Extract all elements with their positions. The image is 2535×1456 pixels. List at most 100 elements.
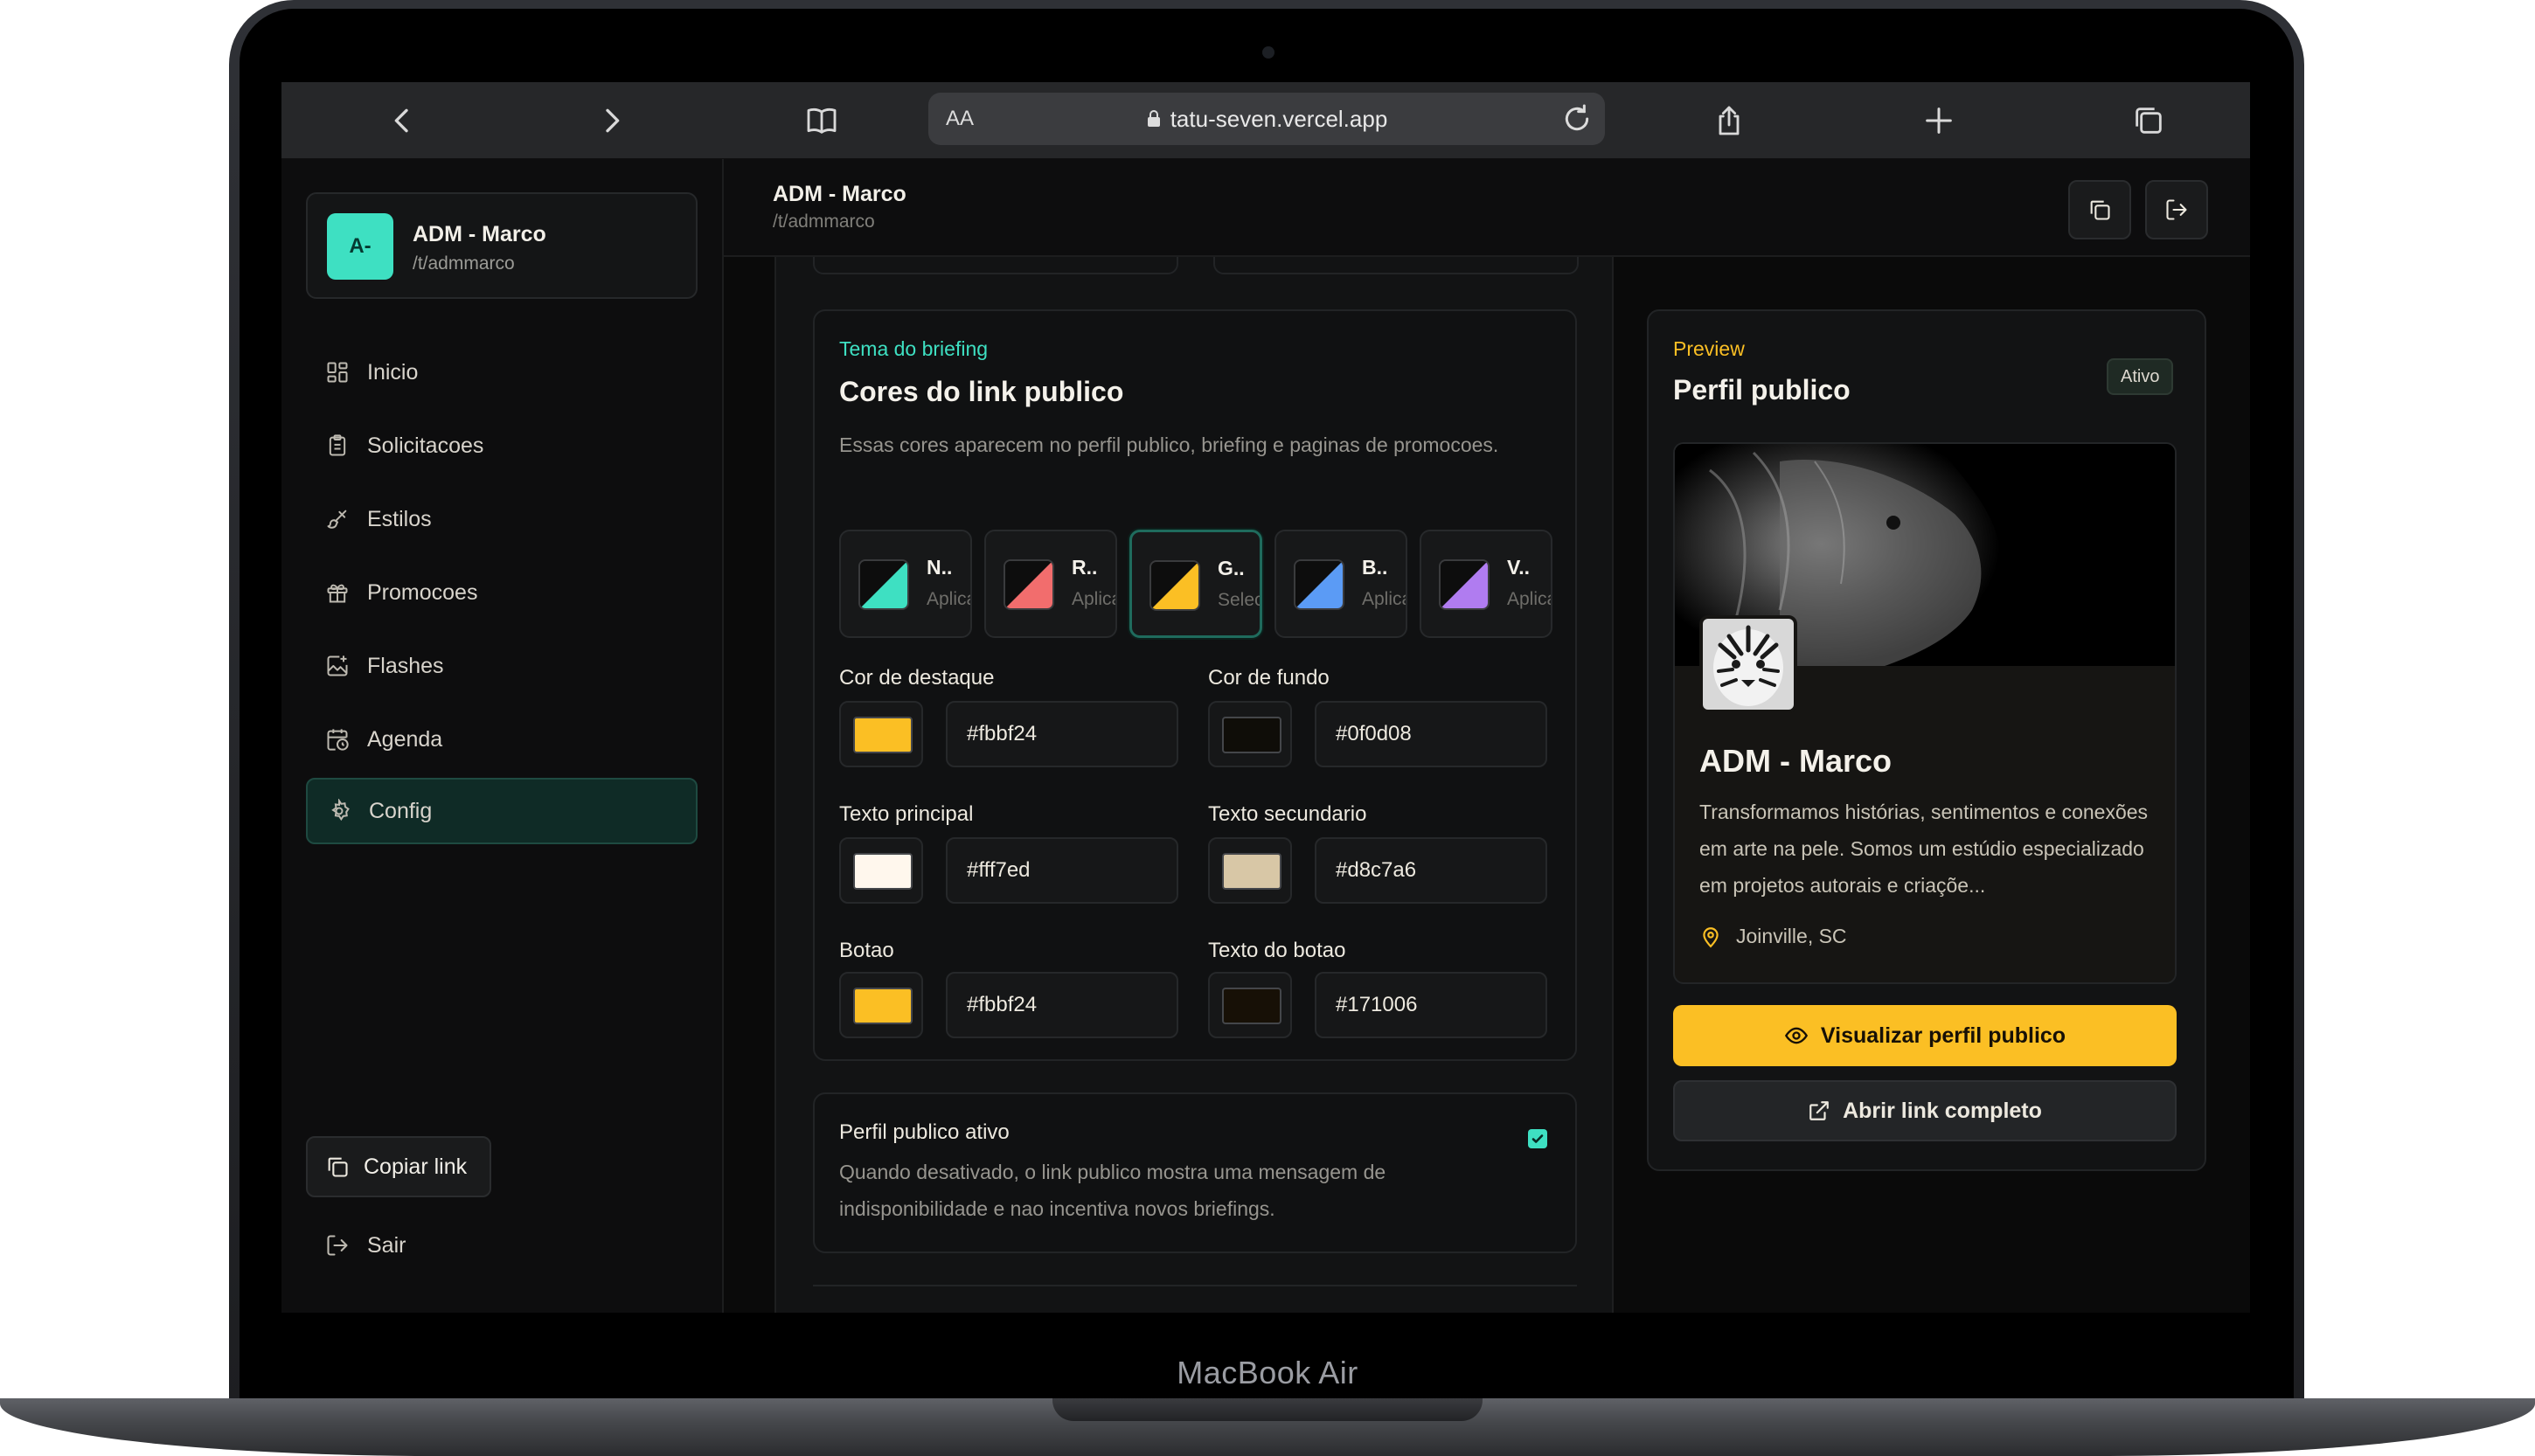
brand-card[interactable]: A- ADM - Marco /t/admmarco (306, 192, 698, 299)
public-profile-toggle-card: Perfil publico ativo Quando desativado, … (813, 1092, 1577, 1253)
new-tab-icon[interactable] (1916, 98, 1962, 143)
theme-eyebrow: Tema do briefing (839, 337, 989, 360)
bookmarks-icon[interactable] (799, 98, 844, 143)
theme-name: V.. (1507, 556, 1531, 579)
profile-location: Joinville, SC (1699, 925, 1847, 948)
image-spark-icon (327, 655, 348, 676)
forward-icon[interactable] (589, 98, 635, 143)
sidebar-item-agenda[interactable]: Agenda (306, 706, 698, 773)
page-title: ADM - Marco (773, 182, 906, 206)
preview-eyebrow: Preview (1673, 337, 1745, 360)
header-logout-button[interactable] (2145, 180, 2208, 239)
field-label: Cor de destaque (839, 666, 995, 690)
theme-preset[interactable]: N.. Aplicar (839, 530, 972, 638)
theme-action: Aplicar (1072, 589, 1115, 609)
logout-icon (327, 1235, 348, 1256)
copy-icon (2090, 200, 2110, 220)
sidebar-item-label: Flashes (367, 653, 444, 678)
view-public-profile-label: Visualizar perfil publico (1820, 1023, 2066, 1048)
calendar-clock-icon (327, 729, 349, 751)
share-icon[interactable] (1706, 98, 1752, 143)
theme-action: Aplicar (1362, 589, 1406, 609)
theme-action: Selecionado (1218, 590, 1262, 610)
secondary-text-color-input[interactable]: #d8c7a6 (1315, 837, 1547, 904)
url-text: tatu-seven.vercel.app (1170, 105, 1388, 132)
status-badge: Ativo (2107, 358, 2174, 395)
toggle-title: Perfil publico ativo (839, 1120, 1010, 1144)
theme-action: Aplicar (927, 589, 970, 609)
reload-icon[interactable] (1559, 101, 1594, 136)
public-profile-checkbox[interactable] (1528, 1129, 1547, 1148)
field-label: Botao (839, 939, 894, 962)
toggle-description: Quando desativado, o link publico mostra… (839, 1161, 1386, 1220)
grid-icon (327, 362, 348, 383)
location-text: Joinville, SC (1736, 925, 1847, 947)
color-fill (1222, 853, 1281, 890)
copy-link-button[interactable]: Copiar link (306, 1136, 491, 1197)
open-full-link-button[interactable]: Abrir link completo (1673, 1080, 2177, 1141)
address-bar[interactable]: AA tatu-seven.vercel.app (928, 93, 1605, 145)
button-text-color-input[interactable]: #171006 (1315, 972, 1547, 1038)
theme-name: N.. (927, 556, 953, 579)
sidebar-item-label: Inicio (367, 359, 419, 385)
color-fill (1222, 717, 1281, 753)
button-text-color-picker[interactable] (1208, 972, 1292, 1038)
back-icon[interactable] (379, 98, 425, 143)
tabs-overview-icon[interactable] (2126, 98, 2171, 143)
field-label: Texto principal (839, 802, 974, 826)
view-public-profile-button[interactable]: Visualizar perfil publico (1673, 1005, 2177, 1066)
preview-panel: Preview Perfil publico Ativo ADM - Marco… (1647, 309, 2206, 1171)
preview-title: Perfil publico (1673, 374, 1851, 406)
screen: AA tatu-seven.vercel.app A- ADM - Marco … (281, 82, 2250, 1313)
sidebar-item-label: Agenda (367, 726, 443, 752)
sidebar-item-config[interactable]: Config (306, 778, 698, 844)
logout-button[interactable]: Sair (306, 1215, 481, 1276)
browser-toolbar: AA tatu-seven.vercel.app (281, 82, 2250, 159)
theme-name: B.. (1362, 556, 1388, 579)
external-link-icon (1809, 1101, 1829, 1120)
field-label: Texto do botao (1208, 939, 1346, 962)
secondary-text-color-picker[interactable] (1208, 837, 1292, 904)
color-fill (853, 988, 913, 1024)
theme-swatch (1004, 559, 1054, 610)
theme-preset-selected[interactable]: G.. Selecionado (1129, 530, 1262, 638)
clipboard-icon (329, 434, 346, 456)
accent-color-picker[interactable] (839, 701, 923, 767)
theme-preset[interactable]: R.. Aplicar (984, 530, 1117, 638)
check-icon (1531, 1134, 1544, 1143)
theme-name: G.. (1218, 557, 1245, 579)
color-fill (853, 717, 913, 753)
copy-icon (328, 1157, 348, 1177)
lock-icon (1147, 110, 1160, 127)
background-color-input[interactable]: #0f0d08 (1315, 701, 1547, 767)
logout-icon (2166, 199, 2187, 220)
button-color-input[interactable]: #fbbf24 (946, 972, 1178, 1038)
theme-preset[interactable]: B.. Aplicar (1274, 530, 1407, 638)
sidebar-item-estilos[interactable]: Estilos (306, 486, 698, 552)
theme-description: Essas cores aparecem no perfil publico, … (839, 433, 1499, 456)
profile-avatar (1699, 615, 1797, 713)
profile-bio: Transformamos histórias, sentimentos e c… (1699, 801, 2149, 897)
eye-icon (1784, 1027, 1808, 1044)
open-full-link-label: Abrir link completo (1843, 1098, 2042, 1123)
page-header: ADM - Marco /t/admmarco (724, 159, 2250, 257)
logout-label: Sair (367, 1232, 406, 1258)
field-label: Texto secundario (1208, 802, 1367, 826)
sidebar-item-promocoes[interactable]: Promocoes (306, 559, 698, 626)
accent-color-input[interactable]: #fbbf24 (946, 701, 1178, 767)
theme-swatch (1149, 560, 1200, 611)
background-color-picker[interactable] (1208, 701, 1292, 767)
sidebar-item-flashes[interactable]: Flashes (306, 633, 698, 699)
primary-text-color-input[interactable]: #fff7ed (946, 837, 1178, 904)
theme-preset[interactable]: V.. Aplicar (1420, 530, 1552, 638)
sidebar-item-solicitacoes[interactable]: Solicitacoes (306, 413, 698, 479)
header-copy-button[interactable] (2068, 180, 2131, 239)
laptop-hinge-notch (1052, 1398, 1483, 1421)
sidebar-item-inicio[interactable]: Inicio (306, 339, 698, 406)
profile-name: ADM - Marco (1699, 743, 1893, 779)
button-color-picker[interactable] (839, 972, 923, 1038)
sidebar-item-label: Estilos (367, 506, 432, 531)
primary-text-color-picker[interactable] (839, 837, 923, 904)
sidebar-item-label: Promocoes (367, 579, 478, 605)
theme-title: Cores do link publico (839, 376, 1124, 407)
